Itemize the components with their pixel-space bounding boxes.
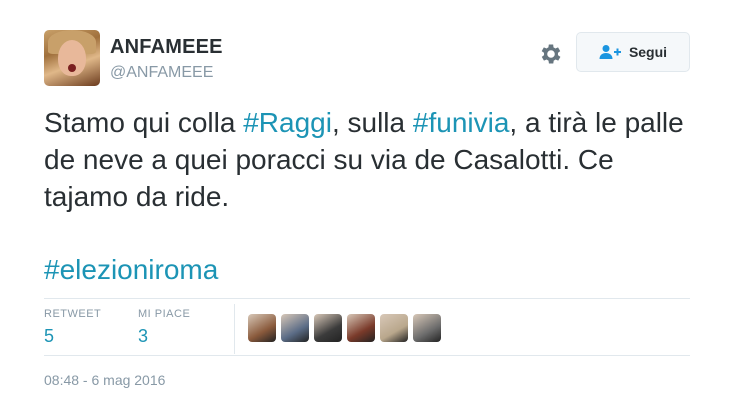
author-handle[interactable]: @ANFAMEEE — [110, 64, 213, 82]
avatar[interactable] — [44, 30, 100, 86]
liker-avatar[interactable] — [347, 314, 375, 342]
liker-avatar[interactable] — [248, 314, 276, 342]
retweet-stat[interactable]: RETWEET 5 — [44, 308, 101, 347]
tweet-timestamp[interactable]: 08:48 - 6 mag 2016 — [44, 372, 165, 388]
tweet-text-segment: Stamo qui colla — [44, 107, 244, 138]
liker-avatar[interactable] — [314, 314, 342, 342]
hashtag-elezioniroma[interactable]: #elezioniroma — [44, 254, 218, 286]
follow-button[interactable]: Segui — [576, 32, 690, 72]
divider — [44, 355, 690, 356]
tweet-text: Stamo qui colla #Raggi, sulla #funivia, … — [44, 104, 694, 215]
add-user-icon — [599, 45, 621, 59]
tweet-card: ANFAMEEE @ANFAMEEE Segui Stamo qui colla… — [0, 0, 735, 399]
author-display-name[interactable]: ANFAMEEE — [110, 36, 223, 59]
likes-count: 3 — [138, 326, 149, 346]
tweet-text-segment: , sulla — [331, 107, 413, 138]
hashtag-raggi[interactable]: #Raggi — [243, 107, 332, 138]
hashtag-funivia[interactable]: #funivia — [413, 107, 510, 138]
retweet-count: 5 — [44, 326, 55, 346]
liker-avatar[interactable] — [380, 314, 408, 342]
stats-separator — [234, 304, 235, 354]
divider — [44, 298, 690, 299]
liker-avatar[interactable] — [413, 314, 441, 342]
likers-avatars — [248, 314, 441, 342]
gear-icon[interactable] — [538, 41, 564, 67]
likes-label: MI PIACE — [138, 308, 191, 320]
liker-avatar[interactable] — [281, 314, 309, 342]
follow-button-label: Segui — [628, 44, 668, 60]
avatar-mouth — [68, 64, 76, 72]
retweet-label: RETWEET — [44, 308, 102, 320]
likes-stat[interactable]: MI PIACE 3 — [138, 308, 190, 347]
